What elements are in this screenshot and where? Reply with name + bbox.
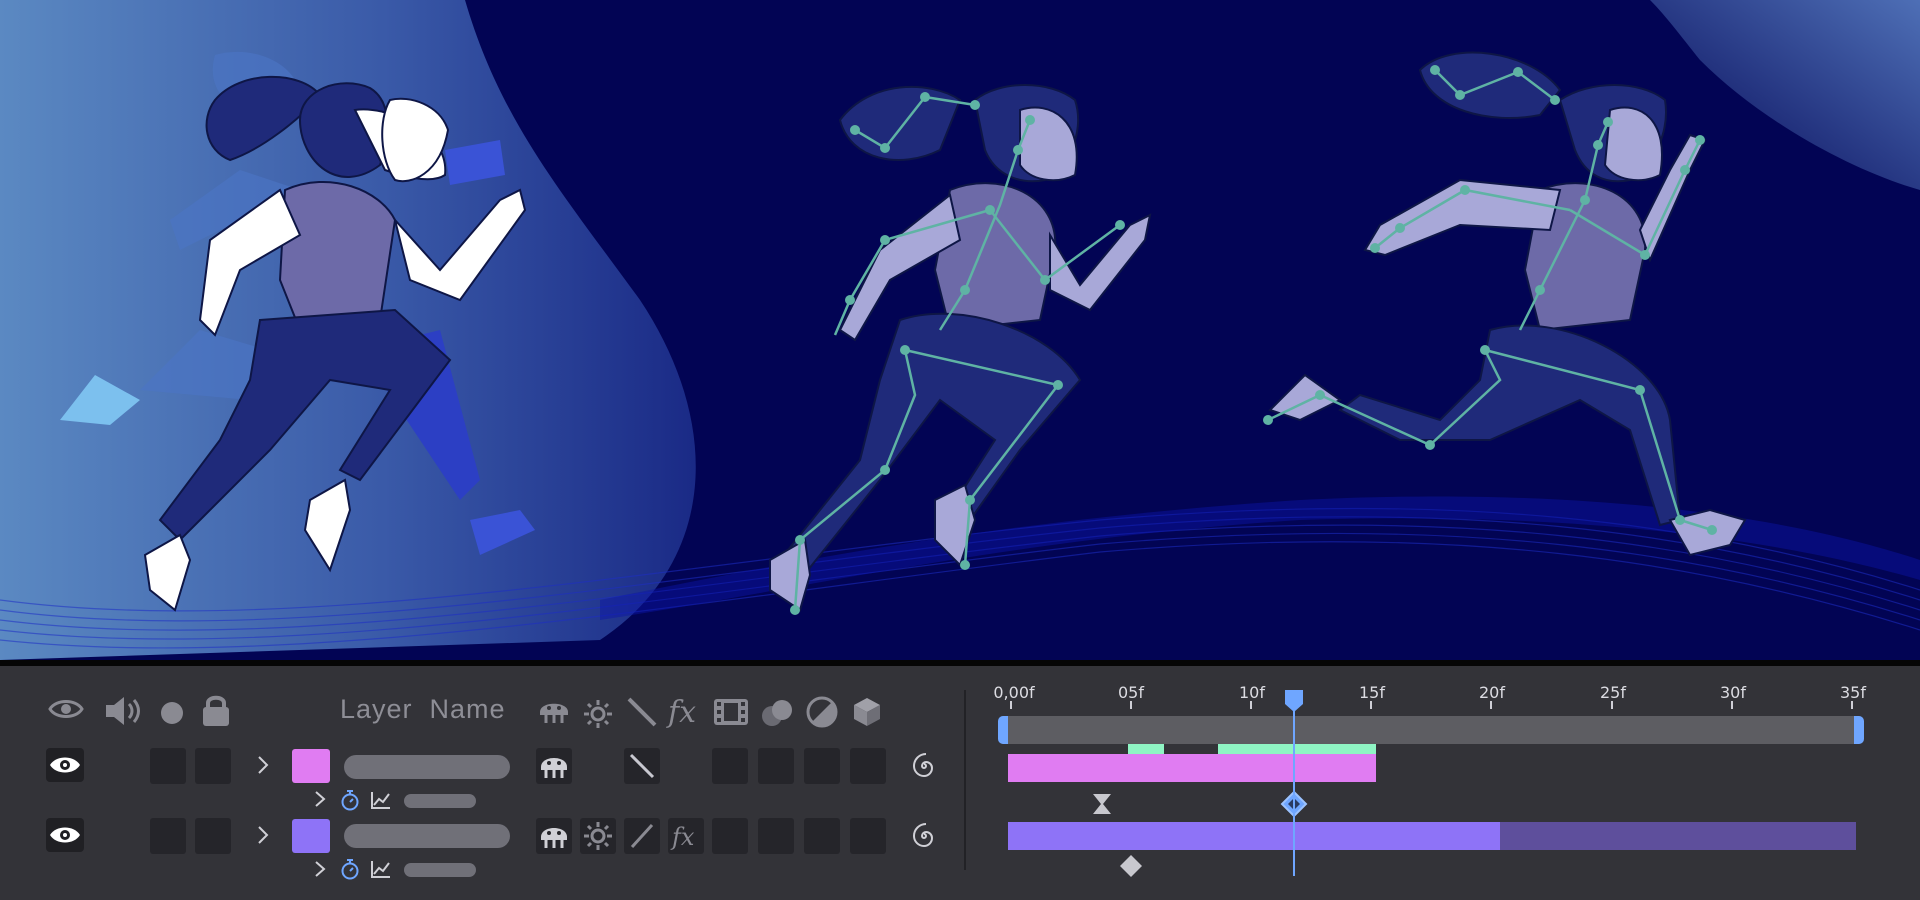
work-area-start-handle[interactable] — [998, 716, 1008, 744]
composition-viewer[interactable] — [0, 0, 1920, 660]
easy-ease-keyframe-icon[interactable] — [1090, 792, 1114, 821]
layer-2-spiral-icon[interactable] — [908, 820, 940, 857]
playhead-line[interactable] — [1293, 702, 1295, 876]
scene-illustration — [0, 0, 1920, 660]
fx-icon[interactable]: fx — [666, 694, 704, 728]
layer-1-property-value[interactable] — [404, 794, 476, 808]
layer-2-switch-b[interactable] — [758, 818, 794, 854]
layer-1-duration-bar[interactable] — [1008, 754, 1376, 782]
panel-separator[interactable] — [964, 690, 966, 870]
layer-2-property-chevron-icon[interactable] — [314, 860, 326, 883]
layer-1-color-label[interactable] — [292, 749, 330, 783]
layer-2-fx-switch[interactable]: fx — [668, 818, 704, 854]
playhead-handle[interactable] — [1283, 688, 1305, 719]
layer-2-switch-c[interactable] — [804, 818, 840, 854]
layer-2-eye-toggle[interactable] — [46, 818, 84, 852]
eye-icon — [50, 827, 80, 843]
tick-mark — [1250, 701, 1252, 709]
work-area-bar[interactable] — [1000, 716, 1862, 744]
layer-1-switch-c[interactable] — [804, 748, 840, 784]
tick-mark — [1851, 701, 1853, 709]
quality-icon[interactable] — [626, 696, 658, 728]
layer-1-property-chevron-icon[interactable] — [314, 790, 326, 813]
eye-icon[interactable] — [48, 696, 84, 722]
layer-2-property-value[interactable] — [404, 863, 476, 877]
layer-2-color-label[interactable] — [292, 819, 330, 853]
tick-label: 25f — [1600, 683, 1626, 702]
layer-1-eye-toggle[interactable] — [46, 748, 84, 782]
tick-label: 10f — [1239, 683, 1265, 702]
tick-mark — [1490, 701, 1492, 709]
lock-icon[interactable] — [200, 693, 232, 727]
svg-text:fx: fx — [666, 695, 696, 728]
work-area-end-handle[interactable] — [1854, 716, 1864, 744]
layer-2-quality-switch[interactable] — [624, 818, 660, 854]
quality-icon — [630, 823, 654, 849]
tick-label: 15f — [1359, 683, 1385, 702]
layer-2-name-field[interactable] — [344, 824, 510, 848]
tick-mark — [1130, 701, 1132, 709]
stopwatch-icon[interactable] — [340, 789, 360, 816]
layer-2-collapse-switch[interactable] — [580, 818, 616, 854]
layer-1-audio-toggle[interactable] — [150, 748, 186, 784]
layer-1-marker-range[interactable] — [1128, 744, 1164, 754]
shy-icon — [541, 828, 567, 848]
timeline-panel — [0, 666, 1920, 900]
tick-mark — [1611, 701, 1613, 709]
layer-1-expand-chevron-icon[interactable] — [256, 755, 270, 780]
tick-label: 20f — [1479, 683, 1505, 702]
svg-text:fx: fx — [670, 823, 695, 851]
fx-icon: fx — [670, 823, 695, 851]
tick-label: 30f — [1720, 683, 1746, 702]
layer-2-switch-a[interactable] — [712, 818, 748, 854]
speaker-icon[interactable] — [104, 694, 144, 728]
layer-2-duration-bar[interactable] — [1008, 822, 1500, 850]
collapse-icon — [584, 822, 612, 850]
tick-label: 35f — [1840, 683, 1866, 702]
layer-1-switch-a[interactable] — [712, 748, 748, 784]
layer-2-switch-d[interactable] — [850, 818, 886, 854]
layer-2-shy-switch[interactable] — [536, 818, 572, 854]
animation-app: Layer Name fx fx 0,00f 05f 10f 15f 20f 2… — [0, 0, 1920, 900]
layer-1-switch-b[interactable] — [758, 748, 794, 784]
solo-dot-icon[interactable] — [160, 701, 184, 725]
layer-1-spiral-icon[interactable] — [908, 750, 940, 787]
layer-1-marker-range[interactable] — [1218, 744, 1376, 754]
layer-1-switch-d[interactable] — [850, 748, 886, 784]
layer-1-lock-toggle[interactable] — [195, 748, 231, 784]
layer-2-lock-toggle[interactable] — [195, 818, 231, 854]
frame-blend-icon[interactable] — [712, 696, 750, 728]
motion-blur-icon[interactable] — [760, 696, 796, 728]
layer-2-extended-bar[interactable] — [1500, 822, 1856, 850]
adjustment-icon[interactable] — [806, 696, 838, 728]
collapse-icon[interactable] — [582, 698, 614, 730]
tick-mark — [1370, 701, 1372, 709]
stopwatch-icon[interactable] — [340, 858, 360, 885]
layer-name-header[interactable]: Layer Name — [340, 694, 506, 725]
keyframe-icon[interactable] — [1118, 853, 1144, 884]
tick-label: 0,00f — [993, 683, 1035, 702]
eye-icon — [50, 757, 80, 773]
tick-mark — [1731, 701, 1733, 709]
shy-icon — [541, 758, 567, 778]
shy-icon[interactable] — [536, 696, 572, 726]
layer-1-name-field[interactable] — [344, 755, 510, 779]
layer-1-quality-switch[interactable] — [624, 748, 660, 784]
graph-editor-icon[interactable] — [370, 790, 392, 815]
tick-mark — [1010, 701, 1012, 709]
layer-1-shy-switch[interactable] — [536, 748, 572, 784]
3d-icon[interactable] — [852, 696, 882, 728]
quality-icon — [629, 753, 655, 779]
layer-2-audio-toggle[interactable] — [150, 818, 186, 854]
layer-2-expand-chevron-icon[interactable] — [256, 825, 270, 850]
graph-editor-icon[interactable] — [370, 859, 392, 884]
tick-label: 05f — [1118, 683, 1144, 702]
